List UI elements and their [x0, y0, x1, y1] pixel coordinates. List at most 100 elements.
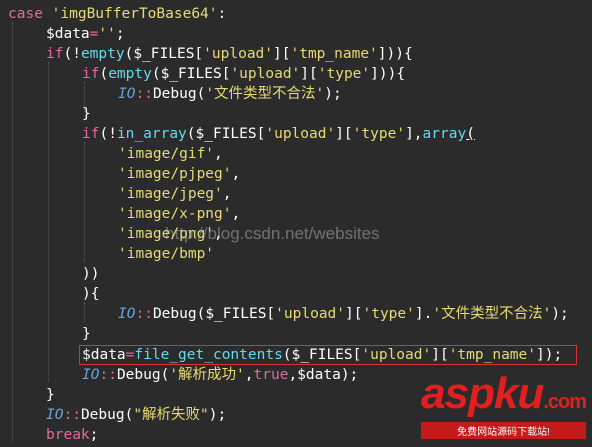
punctuation: (: [466, 126, 475, 142]
operator: ::: [99, 367, 117, 383]
code-line-4: if(empty($_FILES['upload']['type'])){: [82, 64, 405, 84]
logo-wordmark: aspku.com: [421, 369, 587, 424]
operator: ::: [135, 306, 153, 322]
code-line-7: if(!in_array($_FILES['upload']['type'],a…: [82, 124, 475, 144]
class-name: IO: [46, 407, 64, 423]
logo-tld: .com: [543, 391, 587, 413]
punctuation: )): [82, 266, 100, 282]
code-line-20: }: [46, 385, 55, 405]
string-literal: 'image/x-png': [118, 206, 232, 222]
code-editor[interactable]: case 'imgBufferToBase64': $data=''; if(!…: [0, 0, 592, 447]
punctuation: );: [551, 306, 569, 322]
punctuation: ($_FILES[: [151, 66, 231, 82]
function-name: in_array: [116, 126, 187, 142]
string-literal: 'type': [362, 306, 415, 322]
string-literal: 'image/jpeg': [118, 186, 223, 202]
variable: $data: [82, 347, 126, 363]
method-name: Debug: [152, 86, 197, 102]
string-literal: 'image/pjpeg': [118, 166, 232, 182]
keyword-if: if: [82, 126, 100, 142]
string-literal: 'image/bmp': [118, 246, 215, 262]
string-literal: 'imgBufferToBase64': [51, 6, 218, 22]
method-name: Debug: [116, 367, 161, 383]
string-literal: '文件类型不合法': [432, 306, 552, 322]
code-line-6: }: [82, 104, 91, 124]
keyword-case: case: [8, 6, 43, 22]
code-line-21: IO::Debug("解析失败");: [46, 405, 226, 425]
punctuation: ,: [231, 166, 241, 182]
variable: $data: [46, 26, 90, 42]
punctuation: ,: [244, 367, 254, 383]
string-literal: "解析失败": [133, 407, 209, 423]
punctuation: ($_FILES[: [282, 347, 362, 363]
string-literal: '': [98, 26, 116, 42]
punctuation: ][: [335, 126, 353, 142]
punctuation: ,: [231, 206, 241, 222]
aspku-logo: aspku.com 免费网站源码下载站!: [421, 369, 587, 439]
indent-guide: [84, 302, 85, 322]
string-literal: 'image/gif': [118, 146, 215, 162]
function-name: file_get_contents: [134, 347, 283, 363]
code-line-10: 'image/jpeg',: [118, 184, 232, 204]
string-literal: '文件类型不合法': [205, 86, 325, 102]
class-name: IO: [118, 86, 136, 102]
punctuation: (!: [99, 126, 117, 142]
code-line-3: if(!empty($_FILES['upload']['tmp_name'])…: [46, 44, 413, 64]
punctuation: (: [99, 66, 109, 82]
punctuation: ,$data);: [288, 367, 359, 383]
code-line-11: 'image/x-png',: [118, 204, 240, 224]
string-literal: '解析成功': [169, 367, 245, 383]
punctuation: ][: [273, 46, 291, 62]
punctuation: ][: [345, 306, 363, 322]
punctuation: ){: [82, 286, 100, 302]
logo-tagline: 免费网站源码下载站!: [421, 422, 586, 439]
string-literal: 'type': [317, 66, 371, 82]
code-line-17: }: [82, 324, 91, 344]
punctuation: ],: [405, 126, 423, 142]
function-name: empty: [108, 66, 152, 82]
operator: ::: [135, 86, 153, 102]
punctuation: ($_FILES[: [124, 46, 204, 62]
string-literal: 'upload': [230, 66, 301, 82]
punctuation: ;: [115, 26, 125, 42]
indent-guide: [12, 22, 13, 442]
function-name: array: [422, 126, 467, 142]
keyword-if: if: [82, 66, 100, 82]
keyword-true: true: [253, 367, 289, 383]
punctuation: ])){: [377, 46, 413, 62]
punctuation: ])){: [370, 66, 406, 82]
method-name: Debug: [152, 306, 197, 322]
string-literal: 'upload': [275, 306, 346, 322]
punctuation: ]);: [536, 347, 563, 363]
punctuation: :: [217, 6, 227, 22]
punctuation: (!: [63, 46, 81, 62]
code-line-16: IO::Debug($_FILES['upload']['type'].'文件类…: [118, 304, 569, 324]
code-line-22: break;: [46, 425, 98, 445]
string-literal: 'upload': [203, 46, 274, 62]
string-literal: 'type': [352, 126, 406, 142]
string-literal: 'tmp_name': [290, 46, 378, 62]
class-name: IO: [82, 367, 100, 383]
punctuation: ][: [300, 66, 318, 82]
code-line-9: 'image/pjpeg',: [118, 164, 240, 184]
punctuation: );: [208, 407, 227, 423]
logo-main-text: aspku: [421, 369, 544, 418]
watermark-url: http://blog.csdn.net/websites: [165, 224, 380, 243]
string-literal: 'upload': [361, 347, 432, 363]
punctuation: ].: [414, 306, 433, 322]
indent-guide: [84, 142, 85, 262]
class-name: IO: [118, 306, 136, 322]
code-line-1: case 'imgBufferToBase64':: [8, 4, 226, 24]
punctuation: ;: [89, 427, 99, 443]
operator: ::: [63, 407, 81, 423]
punctuation: ,: [214, 146, 223, 162]
code-line-14: )): [82, 264, 99, 284]
code-line-13: 'image/bmp': [118, 244, 214, 264]
closing-brace: }: [46, 387, 55, 403]
code-line-15: ){: [82, 284, 99, 304]
code-line-2: $data='';: [46, 24, 125, 44]
function-name: empty: [80, 46, 125, 62]
method-name: Debug: [80, 407, 125, 423]
code-line-5: IO::Debug('文件类型不合法');: [118, 84, 342, 104]
string-literal: 'upload': [265, 126, 336, 142]
